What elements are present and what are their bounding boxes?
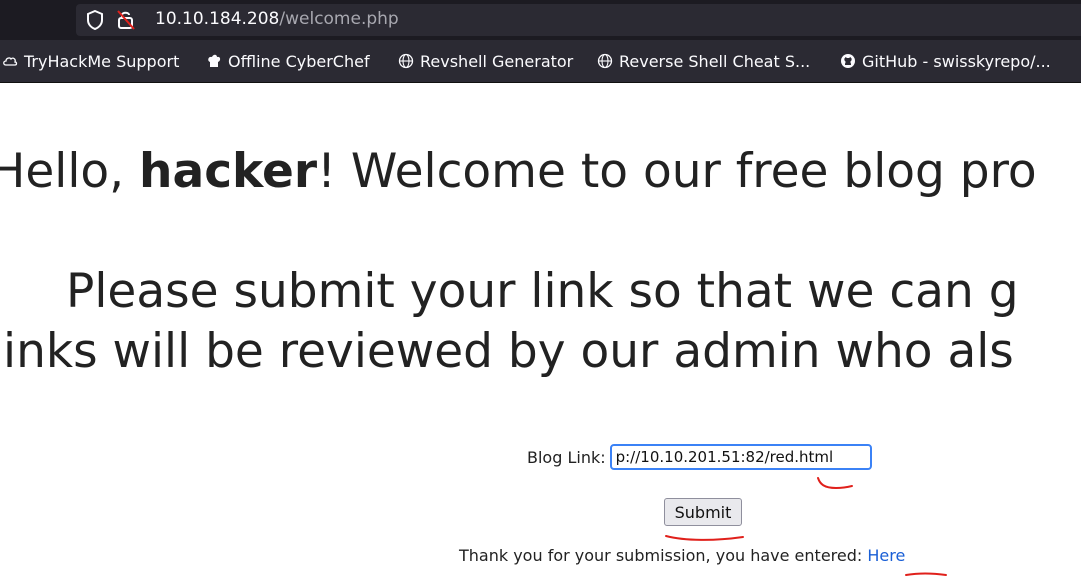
submit-button[interactable]: Submit [664,498,742,526]
github-icon [841,54,855,68]
url-host: 10.10.184.208 [155,9,280,29]
bookmark-label: Revshell Generator [420,51,574,71]
blog-link-form: Blog Link: [527,442,872,472]
bookmark-label: GitHub - swisskyrepo/... [862,51,1051,71]
bookmarks-bar: TryHackMe Support Offline CyberChef Revs… [0,40,1081,83]
greeting-username: hacker [139,144,318,199]
browser-toolbar: 10.10.184.208/welcome.php [0,0,1081,40]
url-path: /welcome.php [279,9,399,29]
instruction-heading: Please submit your link so that we can g… [0,262,1081,382]
bookmark-github-swisskyrepo[interactable]: GitHub - swisskyrepo/... [840,50,1051,72]
globe-icon [597,53,613,69]
chef-hat-icon [208,54,221,67]
confirmation-text: Thank you for your submission, you have … [459,546,868,565]
bookmark-tryhackme-support[interactable]: TryHackMe Support [2,50,179,72]
bookmark-offline-cyberchef[interactable]: Offline CyberChef [206,50,370,72]
annotation-underline-submit [665,535,744,541]
annotation-underline-input [817,477,853,490]
blog-link-input[interactable] [609,444,872,470]
globe-icon [398,53,414,69]
shield-icon[interactable] [86,10,104,30]
greeting-heading: Hello, hacker! Welcome to our free blog … [0,142,1037,202]
bookmark-label: TryHackMe Support [24,51,180,71]
submission-confirmation: Thank you for your submission, you have … [459,546,905,565]
bookmark-reverse-shell-cheat[interactable]: Reverse Shell Cheat S... [597,50,810,72]
greeting-suffix: ! Welcome to our free blog pro [317,144,1037,199]
insecure-lock-icon[interactable] [116,9,136,31]
submitted-link[interactable]: Here [867,546,905,565]
annotation-underline-here [905,572,947,576]
bookmark-label: Offline CyberChef [228,51,370,71]
greeting-prefix: Hello, [0,144,140,199]
bookmark-label: Reverse Shell Cheat S... [619,51,811,71]
instruction-line-2: links will be reviewed by our admin who … [0,324,1014,379]
bookmark-revshell-generator[interactable]: Revshell Generator [398,50,573,72]
cloud-icon [3,57,18,66]
blog-link-label: Blog Link: [527,447,606,467]
instruction-line-1: Please submit your link so that we can g [66,264,1019,319]
url-text[interactable]: 10.10.184.208/welcome.php [155,8,399,30]
